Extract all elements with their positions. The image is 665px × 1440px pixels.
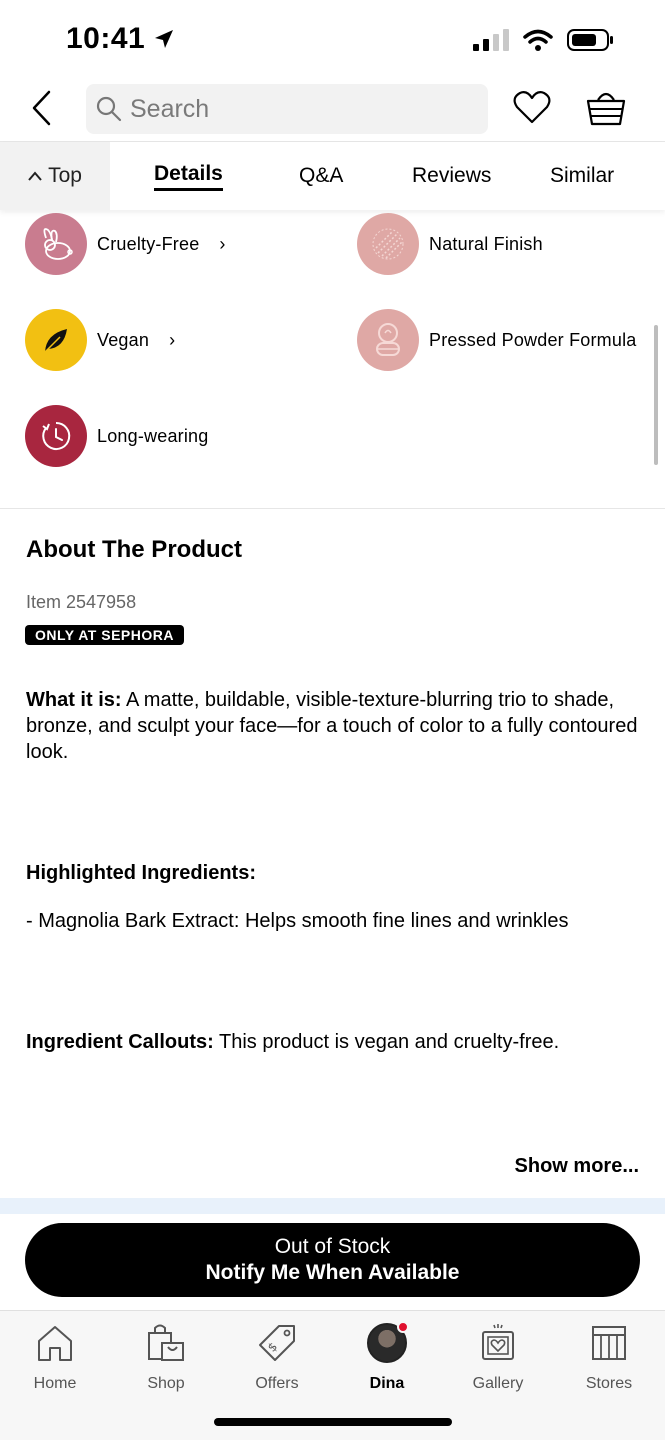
notify-me-button[interactable]: Out of Stock Notify Me When Available xyxy=(25,1223,640,1297)
search-placeholder: Search xyxy=(130,94,210,123)
tab-details-label: Details xyxy=(154,162,223,191)
gallery-icon xyxy=(476,1321,520,1365)
highlighted-label: Highlighted Ingredients: xyxy=(26,862,256,884)
wifi-icon xyxy=(523,29,553,51)
scrollbar[interactable] xyxy=(654,325,658,465)
tag-icon: $ xyxy=(255,1321,299,1365)
what-it-is-label: What it is: xyxy=(26,689,122,711)
home-indicator[interactable] xyxy=(214,1418,452,1426)
top-nav: Search xyxy=(0,76,665,142)
chevron-right-icon: › xyxy=(169,329,176,350)
exclusive-badge: ONLY AT SEPHORA xyxy=(25,625,184,645)
tab-details[interactable]: Details xyxy=(154,142,223,210)
tab-reviews[interactable]: Reviews xyxy=(412,142,491,210)
nav-label: Dina xyxy=(369,1375,405,1392)
feature-cruelty-free[interactable]: Cruelty-Free › xyxy=(25,213,225,275)
nav-offers[interactable]: $ Offers xyxy=(222,1321,332,1393)
feature-label: Cruelty-Free xyxy=(97,233,200,254)
section-separator xyxy=(0,1198,665,1214)
highlighted-ingredient-item: - Magnolia Bark Extract: Helps smooth fi… xyxy=(26,910,569,932)
feature-natural-finish: Natural Finish xyxy=(357,213,543,275)
search-input[interactable]: Search xyxy=(86,84,488,134)
feature-label: Natural Finish xyxy=(429,233,543,254)
nav-label: Gallery xyxy=(472,1375,524,1392)
tab-qa-label: Q&A xyxy=(299,164,344,187)
item-number: Item 2547958 xyxy=(26,592,137,612)
tab-similar[interactable]: Similar xyxy=(550,142,614,210)
nav-label: Home xyxy=(33,1375,77,1392)
timer-icon xyxy=(25,405,87,467)
notification-dot xyxy=(397,1321,409,1333)
ingredient-callouts-paragraph: Ingredient Callouts: This product is veg… xyxy=(26,1029,646,1055)
back-arrow-icon xyxy=(32,90,51,126)
feature-label: Pressed Powder Formula xyxy=(429,329,637,350)
nav-label: Shop xyxy=(147,1375,185,1392)
leaf-icon xyxy=(25,309,87,371)
signal-icon xyxy=(473,29,509,51)
nav-profile[interactable]: Dina xyxy=(332,1321,442,1393)
nav-label: Offers xyxy=(255,1375,299,1392)
nav-shop[interactable]: Shop xyxy=(111,1321,221,1393)
chevron-up-icon xyxy=(28,171,42,181)
location-arrow-icon xyxy=(155,30,174,48)
nav-gallery[interactable]: Gallery xyxy=(443,1321,553,1393)
favorite-button[interactable] xyxy=(512,88,552,128)
notify-label: Notify Me When Available xyxy=(205,1261,460,1284)
heart-icon xyxy=(513,91,551,124)
feature-long-wearing: Long-wearing xyxy=(25,405,208,467)
tab-reviews-label: Reviews xyxy=(412,164,492,187)
texture-icon xyxy=(357,213,419,275)
store-icon xyxy=(587,1321,631,1365)
highlighted-ingredients-heading: Highlighted Ingredients: xyxy=(26,860,646,886)
avatar xyxy=(365,1321,409,1365)
back-button[interactable] xyxy=(24,86,60,130)
tab-similar-label: Similar xyxy=(550,164,615,187)
status-time: 10:41 xyxy=(66,22,146,55)
divider xyxy=(0,508,665,509)
feature-pressed-powder: Pressed Powder Formula xyxy=(357,309,636,371)
feature-label: Vegan xyxy=(97,329,150,350)
what-it-is-paragraph: What it is: A matte, buildable, visible-… xyxy=(26,687,646,765)
shopping-bag-icon xyxy=(144,1321,188,1365)
tab-qa[interactable]: Q&A xyxy=(299,142,343,210)
basket-button[interactable] xyxy=(585,88,627,128)
compact-icon xyxy=(357,309,419,371)
basket-icon xyxy=(586,92,626,126)
feature-label: Long-wearing xyxy=(97,425,209,446)
status-time-group: 10:41 xyxy=(66,22,175,56)
tab-top[interactable]: Top xyxy=(0,142,110,210)
profile-avatar xyxy=(367,1321,409,1363)
callouts-text: This product is vegan and cruelty-free. xyxy=(213,1031,560,1053)
nav-label: Stores xyxy=(585,1375,633,1392)
cta-area: Out of Stock Notify Me When Available xyxy=(0,1214,665,1310)
section-tabs: Top Details Q&A Reviews Similar xyxy=(0,142,665,210)
show-more-link[interactable]: Show more... xyxy=(515,1155,639,1178)
status-bar: 10:41 xyxy=(0,0,665,76)
nav-home[interactable]: Home xyxy=(0,1321,110,1393)
search-icon xyxy=(96,96,122,122)
home-icon xyxy=(33,1321,77,1365)
chevron-right-icon: › xyxy=(219,233,226,254)
section-title: About The Product xyxy=(26,536,242,563)
rabbit-icon xyxy=(25,213,87,275)
battery-icon xyxy=(567,29,613,51)
callouts-label: Ingredient Callouts: xyxy=(26,1031,214,1053)
status-indicators xyxy=(473,28,615,52)
out-of-stock-label: Out of Stock xyxy=(274,1235,391,1258)
tab-top-label: Top xyxy=(48,164,82,187)
feature-vegan[interactable]: Vegan › xyxy=(25,309,175,371)
nav-stores[interactable]: Stores xyxy=(554,1321,664,1393)
